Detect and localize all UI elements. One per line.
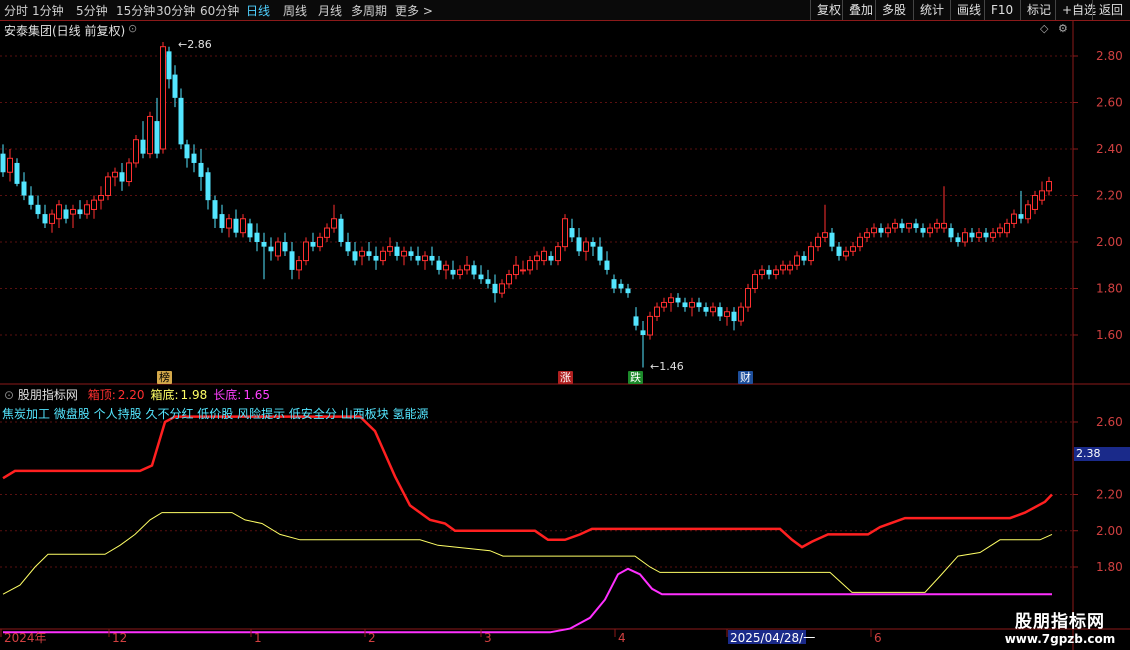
indicator-name: 股朋指标网 <box>17 388 78 402</box>
x-axis-label-1: 12 <box>112 631 127 645</box>
indicator-field-value-0: 2.20 <box>117 388 145 402</box>
cursor-value-badge: 2.38 <box>1074 447 1130 461</box>
x-axis-label-4: 3 <box>484 631 492 645</box>
candle <box>647 311 653 340</box>
x-axis-label-5: 4 <box>618 631 626 645</box>
indicator-tick-3: 1.80 <box>1096 560 1123 574</box>
candle <box>303 237 309 266</box>
period-toolbar: 分时 1分钟 5分钟 15分钟 30分钟 60分钟 日线 周线 月线 多周期 更多 > 复权 叠加 多股… <box>0 0 1130 21</box>
x-axis-label-3: 2 <box>368 631 376 645</box>
toolbar-button-3[interactable]: 统计 <box>913 0 950 20</box>
x-axis-label-2: 1 <box>254 631 262 645</box>
toolbar-button-2[interactable]: 多股 <box>875 0 912 20</box>
period-tab-6[interactable]: 日线 <box>246 2 270 19</box>
price-tick-2: 2.40 <box>1096 142 1123 156</box>
stock-title: 安泰集团(日线 前复权) <box>4 24 126 38</box>
event-marker-2[interactable]: 跌 <box>628 371 643 384</box>
indicator-field-value-1: 1.98 <box>180 388 208 402</box>
candle <box>160 42 166 154</box>
period-tab-7[interactable]: 周线 <box>283 2 307 19</box>
toolbar-button-8[interactable]: 返回 <box>1092 0 1129 20</box>
indicator-field-label-1: 箱底: <box>150 388 179 402</box>
price-tick-0: 2.80 <box>1096 49 1123 63</box>
period-tab-2[interactable]: 5分钟 <box>76 2 108 19</box>
period-tab-5[interactable]: 60分钟 <box>200 2 239 19</box>
x-axis-label-6: 2025/04/28/一 <box>730 631 815 645</box>
indicator-tick-0: 2.60 <box>1096 415 1123 429</box>
toolbar-button-1[interactable]: 叠加 <box>842 0 879 20</box>
price-tick-1: 2.60 <box>1096 96 1123 110</box>
x-axis-label-7: 6 <box>874 631 882 645</box>
candle <box>126 158 132 187</box>
watermark-title: 股朋指标网 <box>1015 612 1105 632</box>
indicator-tick-1: 2.20 <box>1096 488 1123 502</box>
period-tab-8[interactable]: 月线 <box>318 2 342 19</box>
candle <box>133 135 139 168</box>
period-tab-3[interactable]: 15分钟 <box>116 2 155 19</box>
indicator-field-label-2: 长底: <box>213 388 242 402</box>
indicator-field-value-2: 1.65 <box>243 388 271 402</box>
chart-area[interactable]: 2.80 2.60 2.40 2.20 2.00 1.80 1.60 2.60 2.20 2.00… <box>0 21 1130 650</box>
candle <box>105 172 111 201</box>
event-marker-1[interactable]: 涨 <box>558 371 573 384</box>
candle <box>338 214 344 247</box>
candle <box>745 283 751 312</box>
period-tab-4[interactable]: 30分钟 <box>156 2 195 19</box>
period-tab-10[interactable]: 更多 > <box>395 2 433 19</box>
toolbar-button-5[interactable]: F10 <box>984 0 1019 20</box>
period-tab-1[interactable]: 1分钟 <box>32 2 64 19</box>
chevron-down-icon[interactable]: ⊙ <box>128 22 137 35</box>
price-tick-5: 1.80 <box>1096 282 1123 296</box>
high-price-label: ←2.86 <box>178 38 212 51</box>
event-marker-0[interactable]: 榜 <box>157 371 172 384</box>
indicator-toggle-icon[interactable]: ⊙ <box>4 388 14 402</box>
low-price-label: ←1.46 <box>650 360 684 373</box>
diamond-icon[interactable]: ◇ <box>1040 22 1048 35</box>
indicator-field-label-0: 箱顶: <box>87 388 116 402</box>
period-tab-9[interactable]: 多周期 <box>351 2 387 19</box>
x-axis-label-0: 2024年 <box>4 631 47 645</box>
toolbar-button-6[interactable]: 标记 <box>1020 0 1057 20</box>
settings-icon[interactable]: ⚙ <box>1058 22 1068 35</box>
concept-tags: 焦炭加工 微盘股 个人持股 久不分红 低价股 风险提示 低安全分 山西板块 氢能… <box>2 407 429 421</box>
price-tick-3: 2.20 <box>1096 189 1123 203</box>
candle <box>147 111 153 159</box>
indicator-tick-2: 2.00 <box>1096 524 1123 538</box>
period-tab-0[interactable]: 分时 <box>4 2 28 19</box>
event-marker-3[interactable]: 财 <box>738 371 753 384</box>
watermark-url: www.7gpzb.com <box>1004 632 1116 646</box>
indicator-header: ⊙ 股朋指标网 箱顶: 2.20 箱底: 1.98 长底: 1.65 <box>4 386 270 403</box>
watermark: 股朋指标网 www.7gpzb.com <box>1000 607 1120 646</box>
price-tick-6: 1.60 <box>1096 328 1123 342</box>
toolbar-button-4[interactable]: 画线 <box>950 0 987 20</box>
candle <box>562 214 568 252</box>
price-tick-4: 2.00 <box>1096 235 1123 249</box>
